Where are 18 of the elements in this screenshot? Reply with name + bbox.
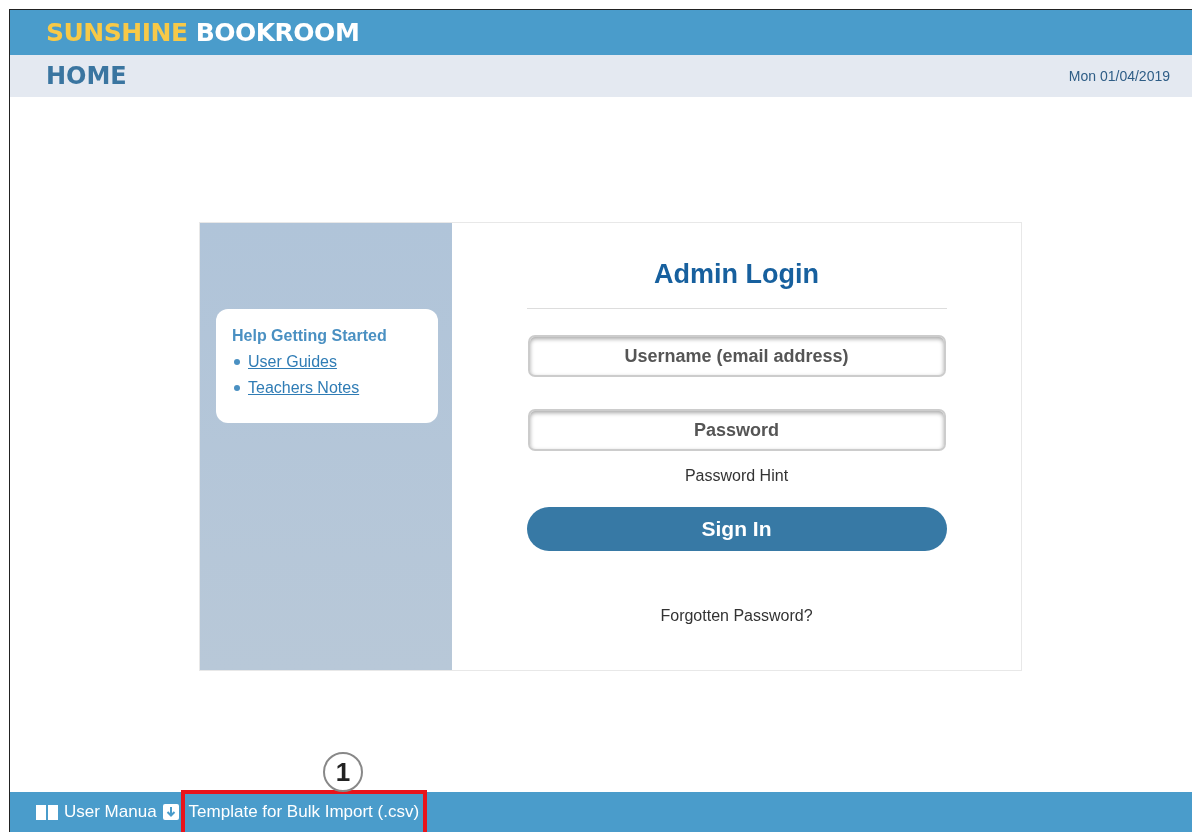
- bullet-icon: [234, 385, 240, 391]
- download-icon: [162, 804, 179, 820]
- callout-number: 1: [323, 752, 363, 792]
- sign-in-button[interactable]: Sign In: [526, 507, 947, 551]
- footer-link[interactable]: User Manua: [64, 802, 157, 822]
- password-hint-link[interactable]: Password Hint: [684, 467, 789, 485]
- date-text: Mon 01/04/2019: [1068, 68, 1170, 84]
- bullet-icon: [234, 359, 240, 365]
- password-field[interactable]: Password: [527, 409, 946, 451]
- help-title: Help Getting Started: [232, 327, 388, 345]
- help-link[interactable]: User Guides: [248, 353, 337, 371]
- username-field[interactable]: Username (email address): [527, 335, 946, 377]
- page-title: HOME: [46, 62, 127, 90]
- book-icon: [36, 804, 58, 820]
- brand-logo: SUNSHINE BOOKROOM: [46, 18, 360, 47]
- login-title: Admin Login: [654, 259, 819, 290]
- help-link[interactable]: Teachers Notes: [248, 379, 360, 397]
- forgot-password-link[interactable]: Forgotten Password?: [660, 607, 813, 625]
